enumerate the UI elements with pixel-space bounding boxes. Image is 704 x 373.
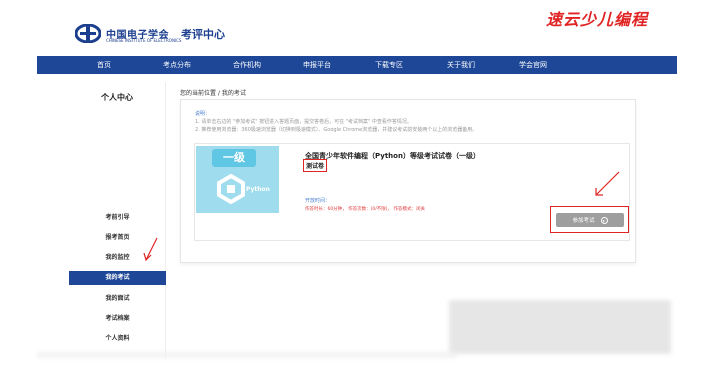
footer-divider (37, 352, 457, 358)
breadcrumb: 您的当前位置 / 我的考试 (180, 90, 246, 97)
exam-meta: 作答时长：60分钟， 作答次数：(0/不限)， 作答模式：闭关 (305, 207, 425, 212)
logo-subtitle: CHINESE INSTITUTE OF ELECTRONICS (106, 38, 182, 43)
exam-type-tag: 测试卷 (303, 159, 328, 172)
sidebar-item-exam-guide[interactable]: 考前引导 (69, 211, 166, 225)
sidebar-title: 个人中心 (101, 93, 133, 102)
sidebar-item-register-home[interactable]: 报考首页 (69, 231, 166, 245)
arrow-right-icon: ▸ (600, 216, 608, 224)
nav-item-apply[interactable]: 申报平台 (303, 56, 331, 74)
sidebar: 个人中心 考前引导 报考首页 我的监控 我的考试 我的面试 考试档案 个人资料 (69, 82, 166, 358)
nav-item-downloads[interactable]: 下载专区 (375, 56, 403, 74)
watermark: 速云少儿编程 (546, 10, 649, 29)
sidebar-item-exam-records[interactable]: 考试档案 (69, 312, 166, 326)
blurred-area (449, 300, 671, 354)
nav-item-exam-sites[interactable]: 考点分布 (163, 56, 191, 74)
logo-suffix: 考评中心 (181, 28, 225, 41)
exam-open-time-label: 开放时间： (305, 198, 331, 204)
exam-title: 全国青少年软件编程（Python）等级考试试卷（一级） (305, 152, 480, 160)
nav-item-partners[interactable]: 合作机构 (233, 56, 261, 74)
join-exam-button[interactable]: 参加考试 ▸ (556, 213, 624, 227)
nav-item-home[interactable]: 首页 (97, 56, 111, 74)
exam-level-badge: 一级 (212, 149, 256, 167)
header: 中国电子学会 CHINESE INSTITUTE OF ELECTRONICS … (0, 0, 704, 55)
join-exam-label: 参加考试 (572, 218, 595, 224)
thumb-python-label: Python (246, 186, 270, 193)
join-button-highlight: 参加考试 ▸ (550, 206, 629, 233)
notice-line-2: 2. 推荐使用浏览器：360极速浏览器（切换到极速模式）、Google Chro… (195, 127, 478, 133)
exam-thumbnail: 一级 Python (196, 146, 279, 213)
sidebar-item-my-exams[interactable]: 我的考试 (69, 271, 166, 285)
notice-title: 说明： (195, 111, 211, 117)
nav-item-official-site[interactable]: 学会官网 (519, 56, 547, 74)
sidebar-item-my-monitor[interactable]: 我的监控 (69, 251, 166, 265)
main-nav: 首页 考点分布 合作机构 申报平台 下载专区 关于我们 学会官网 (37, 56, 677, 74)
nav-item-about[interactable]: 关于我们 (447, 56, 475, 74)
cie-logo-icon (75, 24, 101, 43)
code-logo-icon (217, 174, 245, 204)
notice-line-1: 1. 请单击右边的 "参加考试" 按钮进入答题页面，提交答卷后，可在 "考试档案… (195, 119, 412, 125)
sidebar-item-profile[interactable]: 个人资料 (69, 332, 166, 346)
sidebar-item-my-interviews[interactable]: 我的面试 (69, 292, 166, 306)
